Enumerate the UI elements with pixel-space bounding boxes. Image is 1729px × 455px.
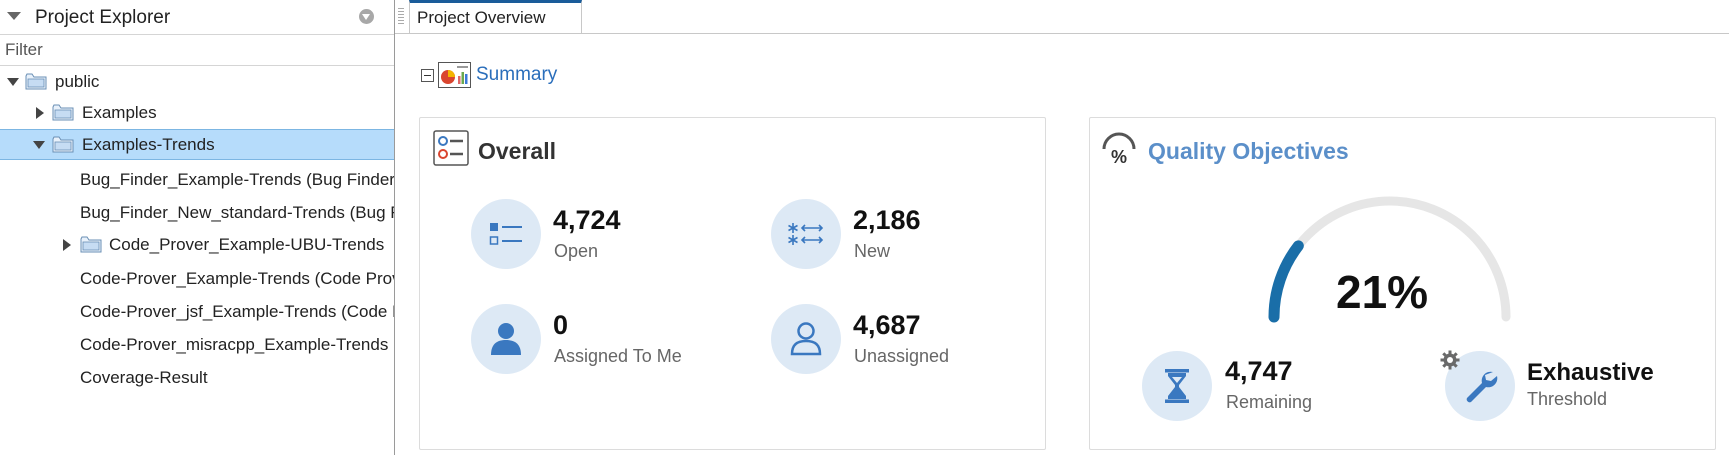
- filter-bar: [0, 35, 394, 66]
- tree-item-code-prover-misracpp-example-trends[interactable]: Code-Prover_misracpp_Example-Trends: [0, 329, 394, 360]
- tree-item-code-prover-jsf-example-trends[interactable]: Code-Prover_jsf_Example-Trends (Code Pro…: [0, 296, 394, 327]
- tree-item-label: public: [55, 71, 100, 91]
- metric-label: New: [854, 241, 891, 261]
- filter-input[interactable]: [0, 40, 385, 60]
- tree-item-public[interactable]: public: [0, 66, 394, 97]
- tree-item-label: Bug_Finder_Example-Trends (Bug Finder): [80, 169, 395, 189]
- metric-value: 2,186: [853, 205, 921, 235]
- folder-icon: [80, 236, 102, 253]
- collapse-panel-icon[interactable]: [7, 12, 21, 20]
- list-icon: [471, 199, 541, 269]
- collapsed-arrow-icon[interactable]: [36, 107, 44, 119]
- collapse-section-icon[interactable]: [421, 68, 434, 82]
- svg-text:%: %: [1111, 147, 1127, 166]
- quality-percent: 21%: [1336, 266, 1429, 318]
- tree-item-label: Coverage-Result: [80, 367, 208, 387]
- gauge-progress: [1268, 240, 1304, 323]
- tree-item-label: Examples-Trends: [82, 134, 215, 154]
- tree-item-code-prover-example-ubu-trends[interactable]: Code_Prover_Example-UBU-Trends: [0, 229, 394, 260]
- folder-icon: [52, 136, 74, 153]
- summary-link[interactable]: Summary: [476, 64, 557, 86]
- tree-item-label: Code_Prover_Example-UBU-Trends: [109, 234, 385, 254]
- tree-item-label: Code-Prover_misracpp_Example-Trends: [80, 334, 389, 354]
- explorer-header: Project Explorer: [0, 0, 394, 35]
- user-filled-icon: [471, 304, 541, 374]
- expanded-arrow-icon[interactable]: [33, 141, 45, 149]
- metric-label: Open: [554, 241, 599, 261]
- quality-objectives-title[interactable]: Quality Objectives: [1148, 138, 1349, 165]
- overall-card: Overall 4,724 Open 2,186 New 0 Assigned …: [419, 117, 1046, 450]
- tree-item-examples[interactable]: Examples: [0, 97, 394, 128]
- tree-item-label: Code-Prover_jsf_Example-Trends (Code Pro…: [80, 301, 394, 321]
- metric-value: 4,687: [853, 310, 921, 340]
- tree-item-examples-trends[interactable]: Examples-Trends: [0, 129, 394, 160]
- tree-item-label: Bug_Finder_New_standard-Trends (Bug Find…: [80, 202, 394, 222]
- tree-item-label: Code-Prover_Example-Trends (Code Prover): [80, 268, 395, 288]
- metric-value: Exhaustive: [1527, 359, 1654, 386]
- quality-objectives-card: % Quality Objectives 21% 4,747 Remaining…: [1089, 117, 1716, 450]
- tree-item-bug-finder-new-standard-trends[interactable]: Bug_Finder_New_standard-Trends (Bug Find…: [0, 197, 394, 228]
- checklist-icon: [433, 130, 469, 171]
- tree-item-label: Examples: [82, 102, 157, 122]
- drag-handle-icon[interactable]: [398, 8, 404, 24]
- metric-value: 0: [553, 310, 569, 340]
- metric-label: Threshold: [1527, 389, 1608, 409]
- tab-project-overview[interactable]: Project Overview: [409, 0, 582, 33]
- gauge-percent-icon: %: [1101, 130, 1137, 171]
- tree-item-code-prover-example-trends[interactable]: Code-Prover_Example-Trends (Code Prover): [0, 263, 394, 294]
- panel-menu-icon[interactable]: [359, 9, 374, 24]
- metric-label: Assigned To Me: [554, 346, 682, 366]
- expanded-arrow-icon[interactable]: [7, 78, 19, 86]
- summary-report-icon: [438, 62, 471, 88]
- summary-section-header: Summary: [421, 60, 557, 90]
- tab-bar: Project Overview: [395, 0, 1729, 34]
- hourglass-icon: [1142, 351, 1212, 421]
- project-explorer-panel: Project Explorer public Examples Example…: [0, 0, 395, 455]
- tree-item-bug-finder-example-trends[interactable]: Bug_Finder_Example-Trends (Bug Finder): [0, 164, 394, 195]
- metric-label: Unassigned: [854, 346, 950, 366]
- collapsed-arrow-icon[interactable]: [63, 239, 71, 251]
- metric-value: 4,724: [553, 205, 621, 235]
- settings-gear-icon[interactable]: [1440, 350, 1460, 370]
- metric-label: Remaining: [1226, 392, 1313, 412]
- folder-icon: [25, 73, 47, 90]
- folder-icon: [52, 104, 74, 121]
- user-outline-icon: [771, 304, 841, 374]
- new-items-icon: [771, 199, 841, 269]
- metric-value: 4,747: [1225, 356, 1293, 386]
- tree-item-coverage-result[interactable]: Coverage-Result: [0, 362, 394, 393]
- explorer-title: Project Explorer: [35, 7, 171, 28]
- overall-title: Overall: [478, 138, 556, 164]
